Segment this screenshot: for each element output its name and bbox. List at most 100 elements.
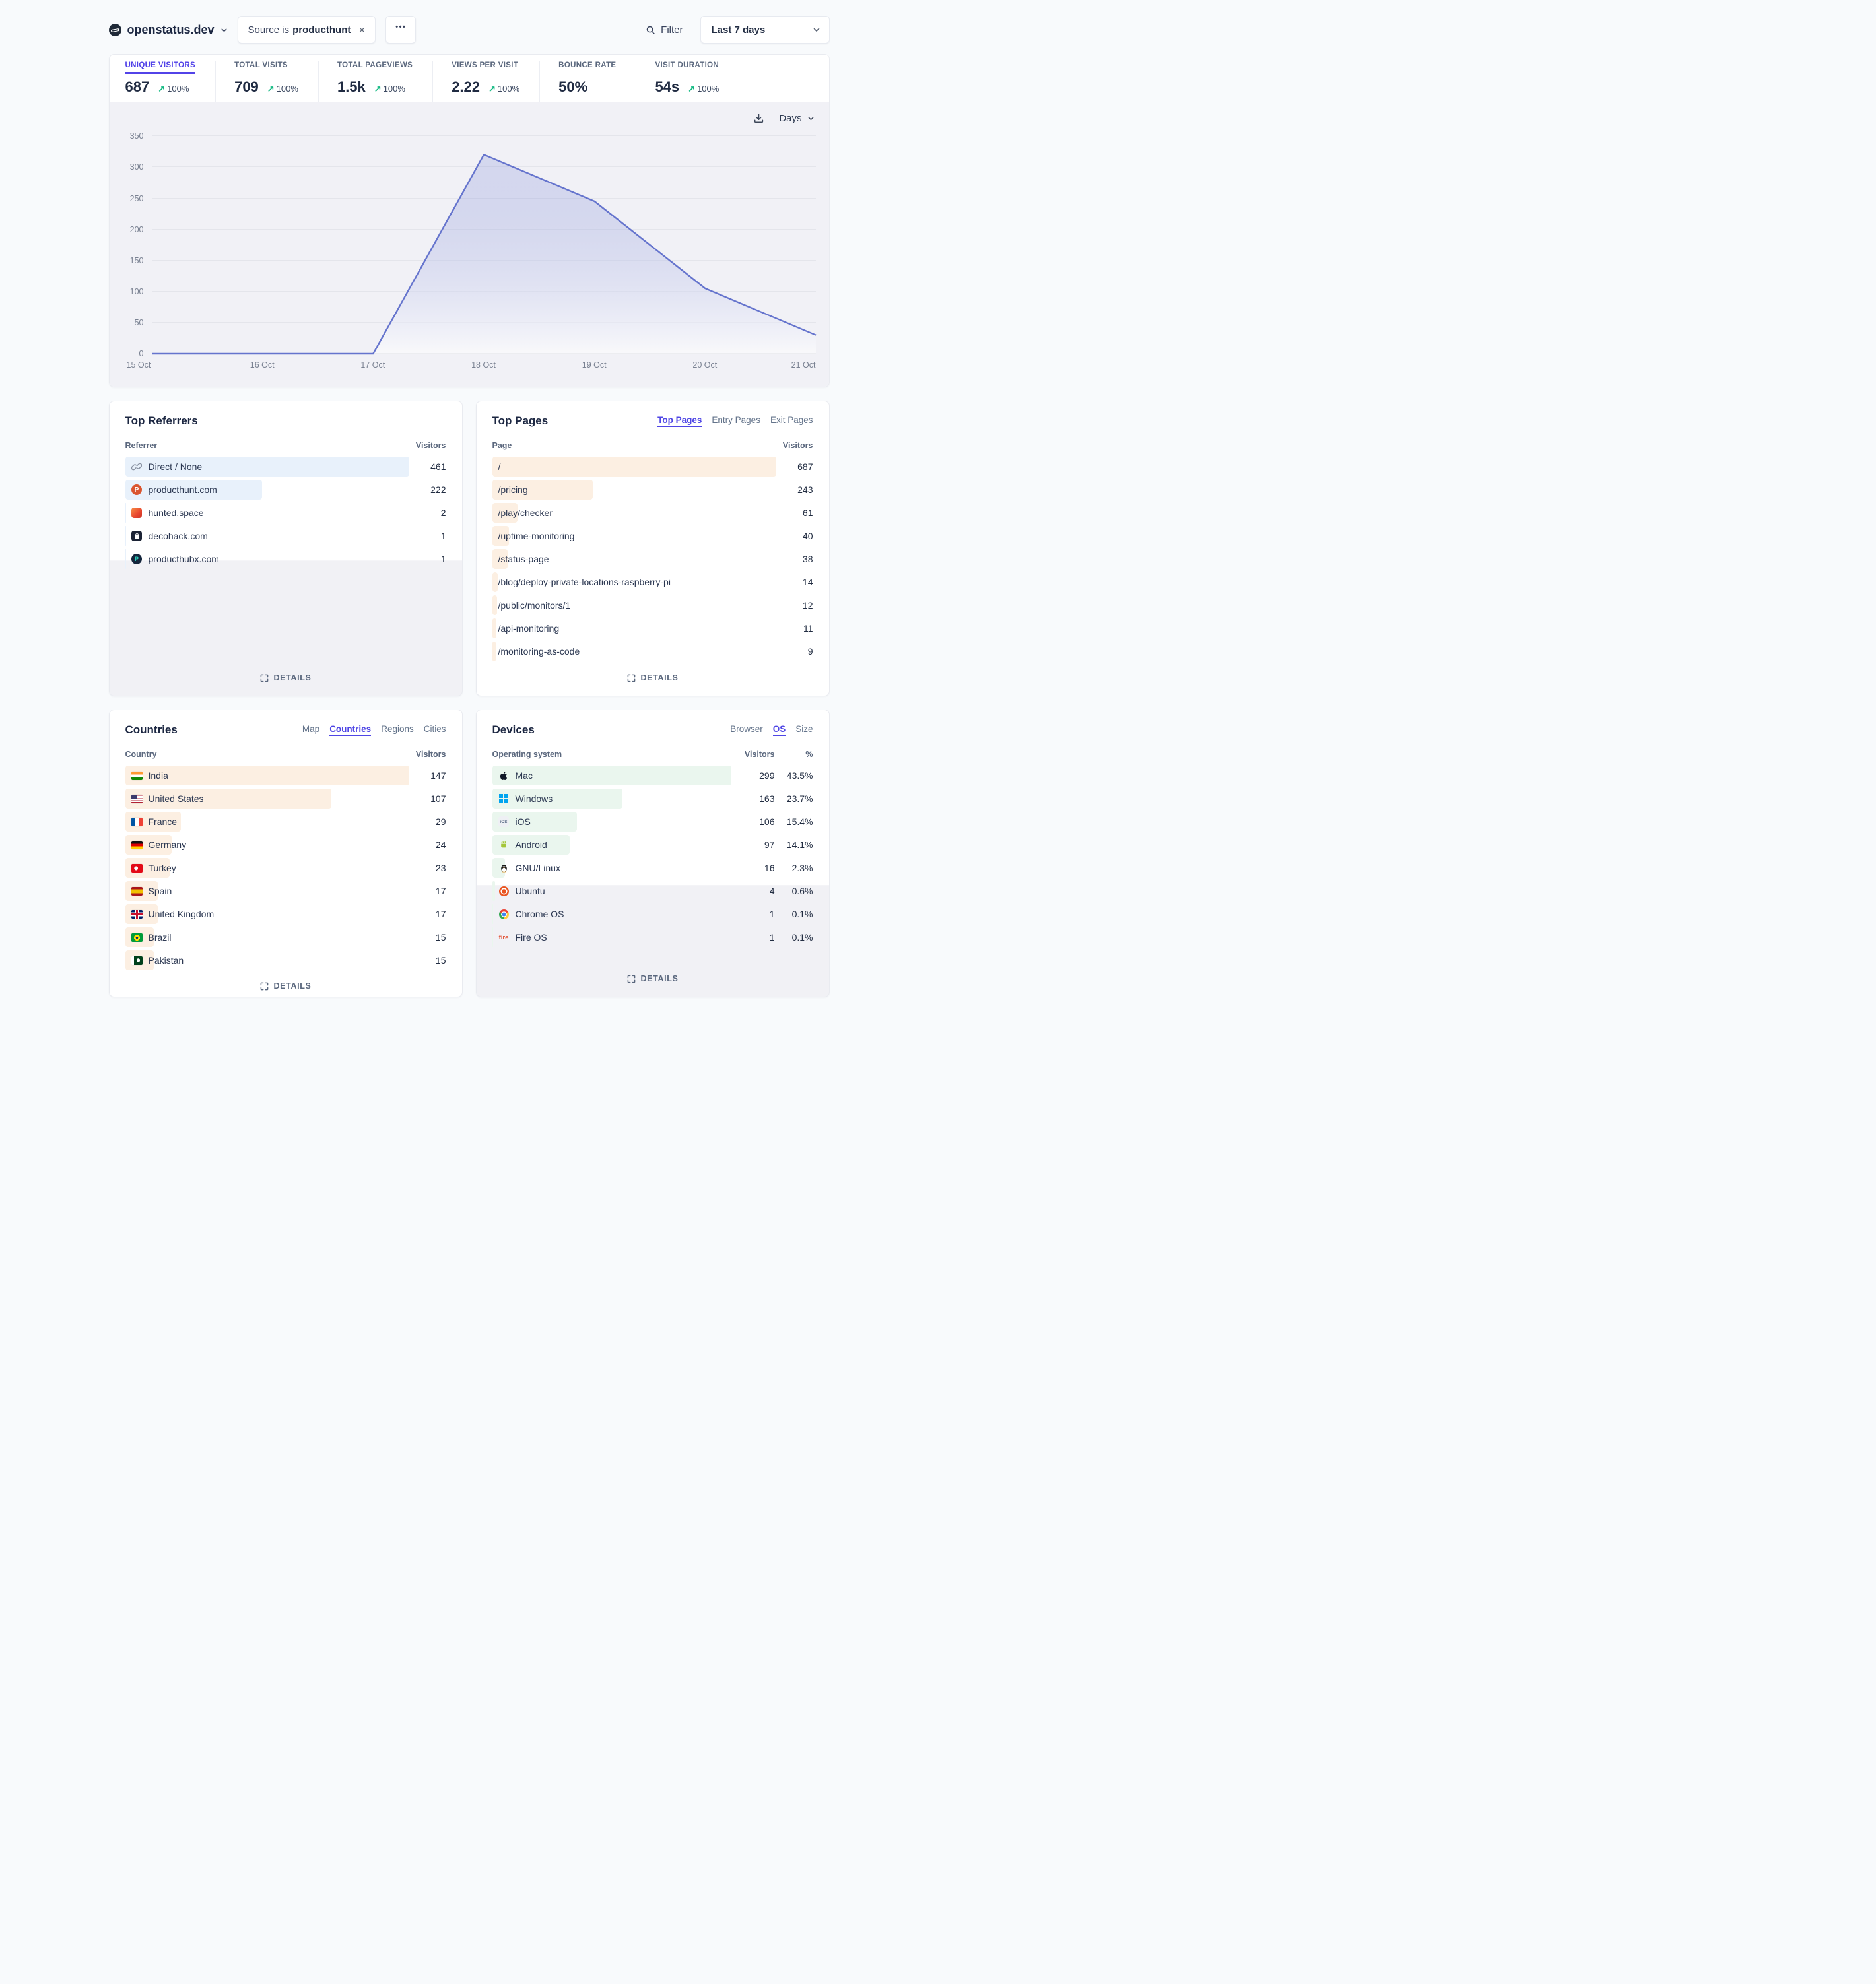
stat-unique-visitors[interactable]: UNIQUE VISITORS 687 ↗100%: [125, 61, 216, 102]
list-item-united-states[interactable]: United States 107: [125, 789, 446, 809]
item-label[interactable]: Turkey: [149, 863, 176, 873]
list-item-spain[interactable]: Spain 17: [125, 881, 446, 901]
item-visitors: 40: [776, 531, 813, 541]
list-item-[interactable]: / 687: [492, 457, 813, 477]
list-item-windows[interactable]: Windows 163 23.7%: [492, 789, 813, 809]
stat-value: 2.22: [452, 79, 480, 95]
filter-button[interactable]: Filter: [646, 24, 683, 36]
list-item-api-monitoring[interactable]: /api-monitoring 11: [492, 618, 813, 638]
item-label[interactable]: /play/checker: [498, 508, 553, 518]
details-button[interactable]: DETAILS: [125, 974, 446, 995]
tab-exit-pages[interactable]: Exit Pages: [770, 415, 813, 425]
panels-row-1: Top Referrers Referrer Visitors Direct /…: [109, 401, 830, 696]
item-label[interactable]: /status-page: [498, 554, 549, 564]
list-item-turkey[interactable]: Turkey 23: [125, 858, 446, 878]
item-label[interactable]: /uptime-monitoring: [498, 531, 575, 541]
item-label[interactable]: Windows: [516, 793, 553, 804]
item-visitors: 16: [731, 863, 775, 873]
tab-entry-pages[interactable]: Entry Pages: [712, 415, 760, 425]
tab-countries[interactable]: Countries: [329, 724, 371, 736]
item-label[interactable]: Pakistan: [149, 955, 184, 966]
visitors-chart[interactable]: [152, 136, 816, 354]
details-button[interactable]: DETAILS: [125, 665, 446, 686]
item-label[interactable]: Fire OS: [516, 932, 547, 942]
details-button[interactable]: DETAILS: [492, 665, 813, 686]
item-label[interactable]: /: [498, 461, 501, 472]
item-label[interactable]: France: [149, 816, 178, 827]
item-label[interactable]: United Kingdom: [149, 909, 215, 919]
filter-chip[interactable]: Source is producthunt ×: [238, 16, 376, 44]
list-item-ios[interactable]: iOS iOS 106 15.4%: [492, 812, 813, 832]
top-referrers-panel: Top Referrers Referrer Visitors Direct /…: [109, 401, 463, 696]
tab-browser[interactable]: Browser: [730, 724, 763, 734]
list-item-monitoring-as-code[interactable]: /monitoring-as-code 9: [492, 642, 813, 661]
more-filters-button[interactable]: •••: [385, 16, 416, 44]
stat-total-visits[interactable]: TOTAL VISITS 709 ↗100%: [215, 61, 318, 102]
list-item-chrome-os[interactable]: Chrome OS 1 0.1%: [492, 904, 813, 924]
tab-os[interactable]: OS: [773, 724, 786, 736]
item-label[interactable]: /api-monitoring: [498, 623, 560, 634]
remove-filter-icon[interactable]: ×: [358, 24, 365, 36]
list-item-uptime-monitoring[interactable]: /uptime-monitoring 40: [492, 526, 813, 546]
list-item-play-checker[interactable]: /play/checker 61: [492, 503, 813, 523]
item-label[interactable]: /monitoring-as-code: [498, 646, 580, 657]
list-item-direct-none[interactable]: Direct / None 461: [125, 457, 446, 477]
tab-top-pages[interactable]: Top Pages: [657, 415, 702, 427]
list-item-status-page[interactable]: /status-page 38: [492, 549, 813, 569]
list-item-blog-deploy-private-locations-raspberry-pi[interactable]: /blog/deploy-private-locations-raspberry…: [492, 572, 813, 592]
item-label[interactable]: /blog/deploy-private-locations-raspberry…: [498, 577, 671, 587]
tab-cities[interactable]: Cities: [424, 724, 446, 734]
item-label[interactable]: Brazil: [149, 932, 172, 942]
item-label[interactable]: Mac: [516, 770, 533, 781]
details-label: DETAILS: [641, 673, 679, 682]
list-item-ubuntu[interactable]: Ubuntu 4 0.6%: [492, 881, 813, 901]
site-switcher[interactable]: openstatus.dev: [109, 23, 228, 37]
list-item-fire-os[interactable]: fire Fire OS 1 0.1%: [492, 927, 813, 947]
item-label[interactable]: India: [149, 770, 168, 781]
list-item-france[interactable]: France 29: [125, 812, 446, 832]
date-range-select[interactable]: Last 7 days: [700, 16, 830, 44]
tab-map[interactable]: Map: [302, 724, 319, 734]
item-label[interactable]: GNU/Linux: [516, 863, 560, 873]
list-item-decohack-com[interactable]: decohack.com 1: [125, 526, 446, 546]
list-item-producthubx-com[interactable]: P producthubx.com 1: [125, 549, 446, 569]
list-item-gnu-linux[interactable]: GNU/Linux 16 2.3%: [492, 858, 813, 878]
flag-fr-icon: [131, 816, 143, 828]
item-label[interactable]: Direct / None: [149, 461, 203, 472]
item-label[interactable]: Spain: [149, 886, 172, 896]
list-item-public-monitors-1[interactable]: /public/monitors/1 12: [492, 595, 813, 615]
item-label[interactable]: iOS: [516, 816, 531, 827]
list-item-pakistan[interactable]: Pakistan 15: [125, 950, 446, 970]
list-item-germany[interactable]: Germany 24: [125, 835, 446, 855]
item-label[interactable]: hunted.space: [149, 508, 204, 518]
item-label[interactable]: Android: [516, 840, 547, 850]
item-label[interactable]: producthunt.com: [149, 484, 217, 495]
list-item-producthunt-com[interactable]: P producthunt.com 222: [125, 480, 446, 500]
item-label[interactable]: /pricing: [498, 484, 528, 495]
stat-visit-duration[interactable]: VISIT DURATION 54s ↗100%: [636, 61, 739, 102]
list-item-pricing[interactable]: /pricing 243: [492, 480, 813, 500]
item-label[interactable]: Ubuntu: [516, 886, 545, 896]
list-item-android[interactable]: Android 97 14.1%: [492, 835, 813, 855]
list-item-india[interactable]: India 147: [125, 766, 446, 785]
stat-total-pageviews[interactable]: TOTAL PAGEVIEWS 1.5k ↗100%: [318, 61, 432, 102]
tab-regions[interactable]: Regions: [381, 724, 414, 734]
tab-size[interactable]: Size: [795, 724, 813, 734]
item-label[interactable]: decohack.com: [149, 531, 208, 541]
item-label[interactable]: Chrome OS: [516, 909, 564, 919]
list-item-mac[interactable]: Mac 299 43.5%: [492, 766, 813, 785]
stat-bounce-rate[interactable]: BOUNCE RATE 50%: [539, 61, 636, 102]
list-item-brazil[interactable]: Brazil 15: [125, 927, 446, 947]
download-icon[interactable]: [753, 113, 764, 124]
bar-track: Direct / None: [125, 457, 409, 477]
interval-select[interactable]: Days: [779, 113, 814, 124]
stat-views-per-visit[interactable]: VIEWS PER VISIT 2.22 ↗100%: [432, 61, 539, 102]
item-label[interactable]: United States: [149, 793, 204, 804]
details-button[interactable]: DETAILS: [492, 966, 813, 987]
item-label[interactable]: producthubx.com: [149, 554, 219, 564]
trend-up-icon: ↗: [374, 84, 382, 94]
item-label[interactable]: /public/monitors/1: [498, 600, 571, 611]
list-item-hunted-space[interactable]: hunted.space 2: [125, 503, 446, 523]
item-label[interactable]: Germany: [149, 840, 187, 850]
list-item-united-kingdom[interactable]: United Kingdom 17: [125, 904, 446, 924]
